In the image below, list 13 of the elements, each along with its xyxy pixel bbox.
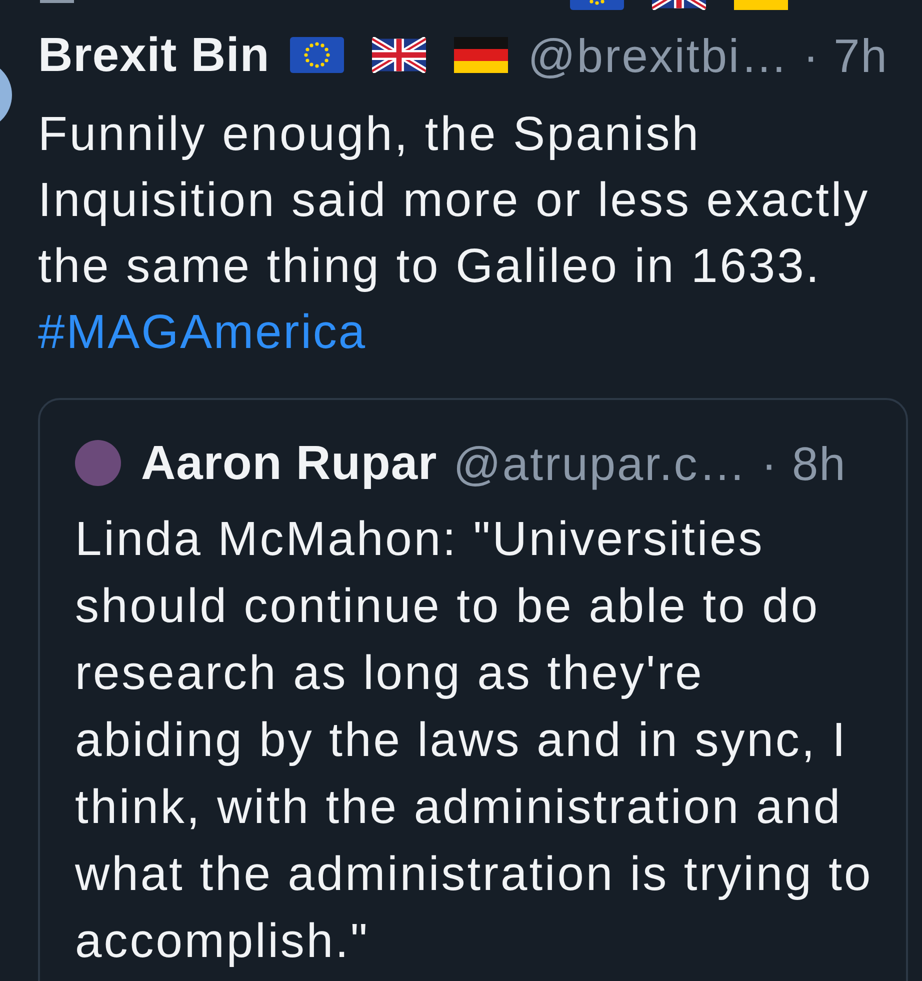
german-flag-icon [454,37,508,73]
author-handle[interactable]: @atrupar.c… [453,436,748,490]
author-name[interactable]: Brexit Bin [38,28,270,82]
uk-flag-icon [372,37,426,73]
post-time: · 7h [802,28,888,82]
post-text: Funnily enough, the Spanish Inquisition said more or less exactly the same thing to Galileo in 1633. [38,107,871,295]
author-handle[interactable]: @brexitbi… [528,28,789,82]
post-time: · 8h [761,436,846,490]
quote-text: Linda McMahon: "Universities should continue to be able to do research as long as they're abiding by the laws and in sync, I think, with the administration and what the administration is trying to accomplish." [75,512,874,970]
quote-card[interactable] [38,398,908,981]
hashtag-link[interactable]: #MAGAmerica [38,300,367,366]
author-name[interactable]: Aaron Rupar [141,436,438,490]
eu-flag-icon [290,37,344,73]
